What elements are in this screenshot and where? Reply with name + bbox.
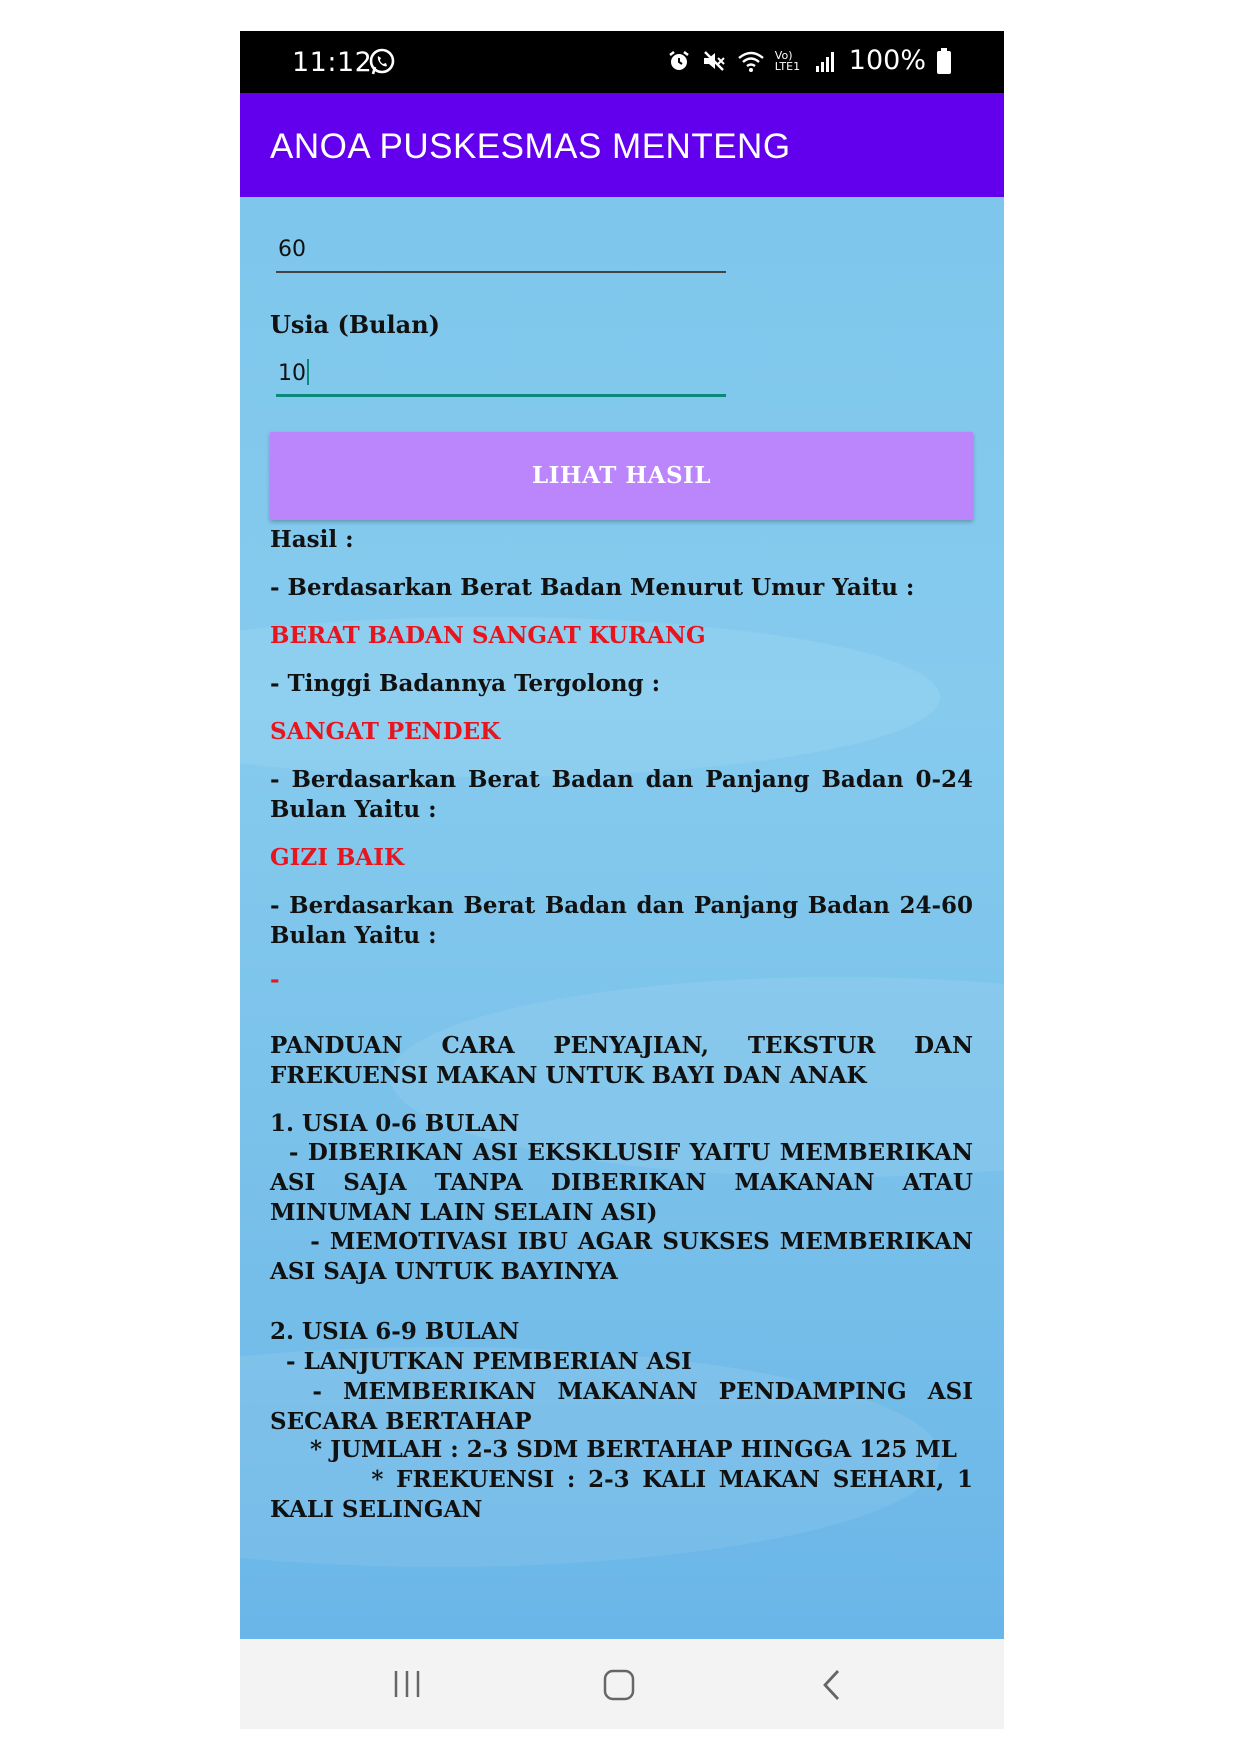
first-input-field[interactable]: 60 — [276, 237, 726, 273]
signal-icon — [815, 51, 834, 72]
age-input-field[interactable]: 10 — [276, 359, 726, 397]
phone-screen: 11:12 Vo) LTE1 100% ANOA PUSKESMAS MENTE… — [240, 31, 1004, 1729]
battery-icon — [937, 47, 951, 74]
guide-section-2-item: * JUMLAH : 2-3 SDM BERTAHAP HINGGA 125 M… — [270, 1436, 957, 1463]
main-content[interactable]: 60 Usia (Bulan) 10 LIHAT HASIL Hasil : -… — [240, 197, 1004, 1639]
wifi-icon — [738, 51, 764, 72]
navigation-bar — [240, 1639, 1004, 1729]
height-value: SANGAT PENDEK — [270, 718, 501, 745]
network-type-label: Vo) LTE1 — [774, 48, 801, 73]
guide-section-2-item: - LANJUTKAN PEMBERIAN ASI — [270, 1348, 692, 1375]
wfl-0-24-label: - Berdasarkan Berat Badan dan Panjang Ba… — [270, 766, 973, 823]
wfl-24-60-value: - — [270, 966, 280, 993]
app-bar: ANOA PUSKESMAS MENTENG — [240, 93, 1004, 197]
whatsapp-icon — [369, 48, 395, 75]
mute-icon — [703, 50, 725, 71]
alarm-icon — [669, 50, 689, 70]
guide-section-1-item: - DIBERIKAN ASI EKSKLUSIF YAITU MEMBERIK… — [270, 1139, 982, 1226]
weight-for-age-label: - Berdasarkan Berat Badan Menurut Umur Y… — [270, 574, 915, 601]
guide-section-2-title: 2. USIA 6-9 BULAN — [270, 1318, 520, 1345]
text-cursor — [307, 359, 309, 385]
status-time: 11:12 — [292, 47, 373, 78]
input-underline — [276, 271, 726, 273]
view-result-button[interactable]: LIHAT HASIL — [270, 432, 973, 520]
guide-section-2-item: - MEMBERIKAN MAKANAN PENDAMPING ASI SECA… — [270, 1378, 982, 1435]
guide-section-1-item: - MEMOTIVASI IBU AGAR SUKSES MEMBERIKAN … — [270, 1228, 982, 1285]
age-input-value: 10 — [278, 361, 306, 386]
first-input-value: 60 — [278, 237, 306, 262]
back-icon[interactable] — [820, 1669, 844, 1701]
status-icons: Vo) LTE1 100% — [667, 45, 952, 76]
guide-section-1-title: 1. USIA 0-6 BULAN — [270, 1110, 520, 1137]
home-icon[interactable] — [603, 1669, 635, 1701]
app-title: ANOA PUSKESMAS MENTENG — [270, 127, 791, 166]
wfl-24-60-label: - Berdasarkan Berat Badan dan Panjang Ba… — [270, 892, 973, 949]
weight-for-age-value: BERAT BADAN SANGAT KURANG — [270, 622, 706, 649]
wfl-0-24-value: GIZI BAIK — [270, 844, 404, 871]
status-bar: 11:12 Vo) LTE1 100% — [240, 31, 1004, 93]
age-label: Usia (Bulan) — [270, 310, 441, 339]
height-label: - Tinggi Badannya Tergolong : — [270, 670, 661, 697]
recent-apps-icon[interactable] — [392, 1669, 422, 1699]
guide-title: PANDUAN CARA PENYAJIAN, TEKSTUR DAN FREK… — [270, 1032, 973, 1089]
guide-section-2-item: * FREKUENSI : 2-3 KALI MAKAN SEHARI, 1 K… — [270, 1466, 982, 1523]
result-heading: Hasil : — [270, 526, 354, 553]
input-underline-focused — [276, 394, 726, 397]
battery-percent: 100% — [848, 45, 926, 76]
